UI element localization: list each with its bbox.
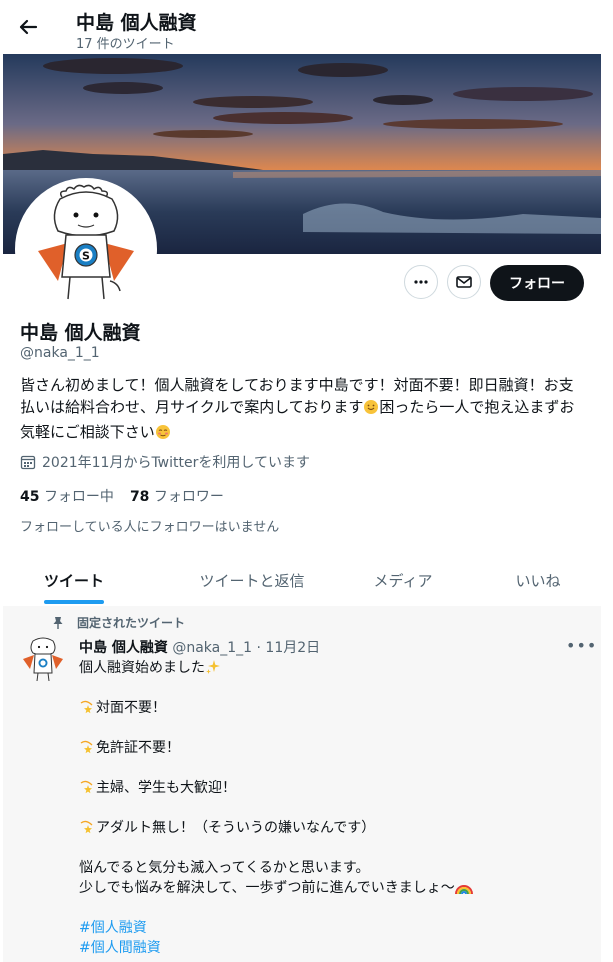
follow-button[interactable]: フォロー xyxy=(490,265,584,301)
joined-text: 2021年11月からTwitterを利用しています xyxy=(42,455,310,471)
tweet-avatar[interactable] xyxy=(20,633,66,683)
joined-date: 2021年11月からTwitterを利用しています xyxy=(20,452,310,472)
dizzy-star-icon xyxy=(79,779,95,801)
blush-icon xyxy=(155,424,171,446)
back-arrow-icon[interactable] xyxy=(14,13,42,41)
hashtag-link[interactable]: #個人間融資 xyxy=(79,938,579,958)
bio-line: 気軽にご相談下さい xyxy=(20,423,155,441)
tweet-date[interactable]: 11月2日 xyxy=(265,640,320,656)
tab-tweets[interactable]: ツイート xyxy=(0,556,148,604)
bio-line: 皆さん初めまして！個人融資をしております中島です！対面不要！即日融資！お支 xyxy=(20,376,574,394)
tab-tweets-and-replies[interactable]: ツイートと返信 xyxy=(163,556,341,604)
dizzy-star-icon xyxy=(79,819,95,841)
tweet-author-name[interactable]: 中島 個人融資 xyxy=(79,640,168,656)
pinned-label: 固定されたツイート xyxy=(77,616,186,630)
following-count: 45 xyxy=(20,489,40,505)
tweet-line: 少しでも悩みを解決して、一歩ずつ前に進んでいきましょ〜 xyxy=(79,880,455,896)
profile-name: 中島 個人融資 xyxy=(20,322,141,344)
tweet-header: 中島 個人融資 @naka_1_1 · 11月2日 xyxy=(79,637,320,657)
tweet-line: 免許証不要！ xyxy=(96,740,180,756)
following-link[interactable]: 45 フォロー中 xyxy=(20,489,114,505)
mail-icon xyxy=(456,276,472,288)
tweet-count: 17 件のツイート xyxy=(76,37,175,52)
tab-likes[interactable]: いいね xyxy=(480,556,596,604)
profile-tabs: ツイート ツイートと返信 メディア いいね xyxy=(0,556,600,606)
dizzy-star-icon xyxy=(79,699,95,721)
profile-bio: 皆さん初めまして！個人融資をしております中島です！対面不要！即日融資！お支 払い… xyxy=(20,374,590,446)
message-button[interactable] xyxy=(447,265,481,299)
pin-icon xyxy=(53,616,63,629)
follow-stats: 45 フォロー中 78 フォロワー xyxy=(20,486,224,506)
followers-label: フォロワー xyxy=(153,489,224,505)
tweet-line: 個人融資始めました xyxy=(79,660,205,676)
more-icon xyxy=(414,280,428,284)
pinned-label-row: 固定されたツイート xyxy=(51,614,185,631)
calendar-icon xyxy=(20,455,36,470)
sparkles-icon xyxy=(205,659,221,681)
followers-you-know: フォローしている人にフォロワーはいません xyxy=(20,520,280,535)
tab-media[interactable]: メディア xyxy=(340,556,466,604)
followers-count: 78 xyxy=(129,489,150,505)
dizzy-star-icon xyxy=(79,739,95,761)
svg-text:S: S xyxy=(82,250,90,263)
tweet-line: 主婦、学生も大歓迎！ xyxy=(96,780,236,796)
profile-handle: @naka_1_1 xyxy=(20,345,100,361)
active-tab-indicator xyxy=(44,600,104,604)
profile-header: 中島 個人融資 17 件のツイート xyxy=(0,0,613,54)
tweet-separator: · xyxy=(256,640,261,656)
tweet-line: 対面不要！ xyxy=(96,700,166,716)
rainbow-icon xyxy=(454,881,473,901)
tweet-line: 悩んでると気分も滅入ってくるかと思います。 xyxy=(79,860,370,876)
tweet-line: アダルト無し！（そういうの嫌いなんです） xyxy=(96,820,376,836)
tweet-text: 個人融資始めました 対面不要！ 免許証不要！ 主婦、学生も大歓迎！ アダルト無し… xyxy=(79,658,579,958)
bio-line: 困ったら一人で抱え込まずお xyxy=(379,398,575,416)
profile-avatar[interactable]: S xyxy=(15,178,157,320)
bio-line: 払いは給料合わせ、月サイクルで案内しております xyxy=(20,398,364,416)
hashtag-link[interactable]: #個人融資 xyxy=(79,918,579,938)
following-label: フォロー中 xyxy=(43,489,114,505)
tweet-more-icon[interactable]: ••• xyxy=(566,636,597,655)
more-button[interactable] xyxy=(404,265,438,299)
header-title: 中島 個人融資 xyxy=(76,12,197,34)
tweet-author-handle[interactable]: @naka_1_1 xyxy=(172,640,252,656)
smile-icon xyxy=(363,399,379,421)
followers-link[interactable]: 78 フォロワー xyxy=(130,489,224,505)
